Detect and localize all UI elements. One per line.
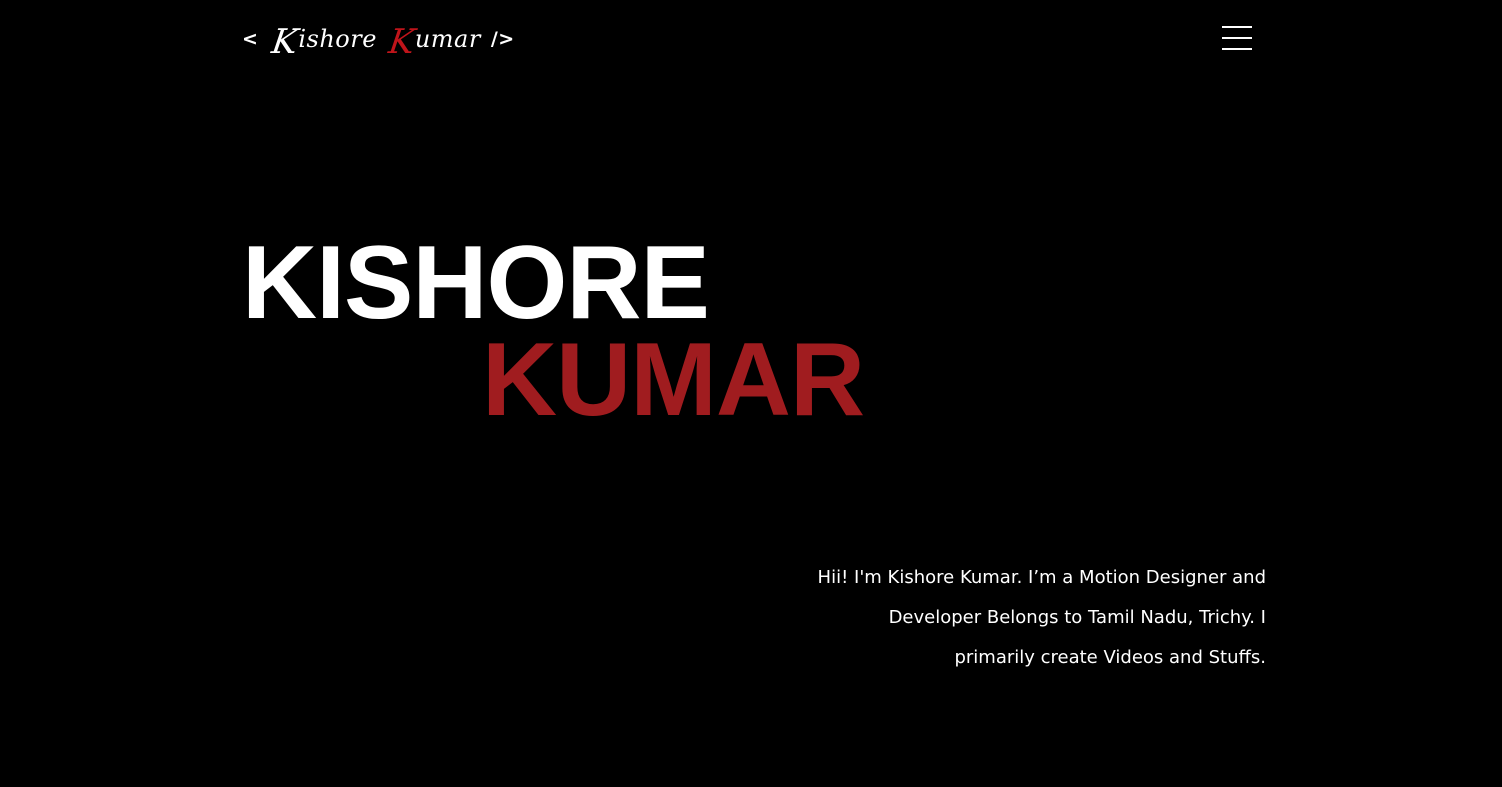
logo-last-initial: K [386,22,418,62]
intro-line-2: Developer Belongs to Tamil Nadu, Trichy.… [888,607,1266,628]
intro-paragraph: Hii! I'm Kishore Kumar. I’m a Motion Des… [780,558,1266,678]
hero-last-name: KUMAR [482,322,865,438]
hamburger-menu-icon[interactable] [1218,22,1256,54]
intro-line-3: primarily create Videos and Stuffs. [954,647,1266,668]
menu-bar-bottom [1222,48,1252,50]
logo-bracket-close: /> [490,28,515,50]
logo-first-rest: ishore [298,25,377,53]
logo-last-rest: umar [414,25,481,53]
menu-bar-middle [1222,37,1252,39]
intro-line-1: Hii! I'm Kishore Kumar. I’m a Motion Des… [817,567,1266,588]
menu-bar-top [1222,26,1252,28]
logo-bracket-open: < [242,28,259,50]
logo-first-initial: K [269,22,302,62]
site-header: < K ishore K umar /> [0,0,1502,80]
site-logo[interactable]: < K ishore K umar /> [242,14,515,64]
